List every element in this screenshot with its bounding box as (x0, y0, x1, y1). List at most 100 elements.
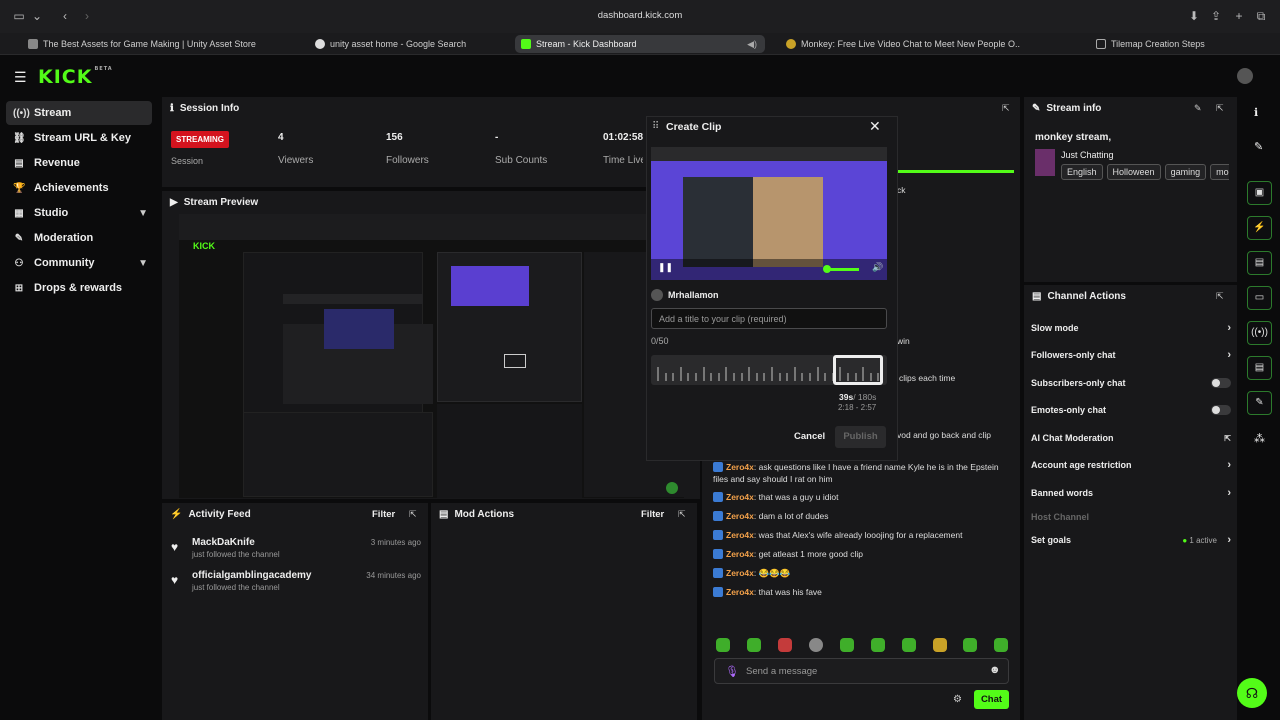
emote-button[interactable] (933, 638, 947, 652)
emote-button[interactable] (747, 638, 761, 652)
followers-only-action[interactable]: Followers-only chat › (1031, 347, 1231, 363)
sidebar-toggle-icon[interactable]: ▭ (12, 9, 26, 23)
sidebar-item-revenue[interactable]: ▤ Revenue (6, 151, 152, 175)
banned-words-action[interactable]: Banned words › (1031, 485, 1231, 501)
chat-input[interactable]: 🎙 Send a message ☻ (714, 658, 1009, 684)
clip-range-handle[interactable] (833, 355, 883, 385)
help-icon[interactable]: ☊ (1237, 678, 1267, 708)
info-icon[interactable]: ℹ (1254, 106, 1258, 119)
clip-video[interactable]: ❚❚ 🔊 (651, 147, 887, 280)
sidebar-item-moderation[interactable]: ✎ Moderation (6, 226, 152, 250)
apps-icon[interactable]: ⁂ (1254, 432, 1265, 445)
pause-icon[interactable]: ❚❚ (658, 262, 673, 273)
layout-toggle-mod[interactable]: ▤ (1247, 356, 1272, 380)
tag-more[interactable]: mo (1210, 164, 1229, 180)
sidebar-item-stream-url[interactable]: ⛓ Stream URL & Key (6, 126, 152, 150)
follower-name[interactable]: MackDaKnife (192, 537, 255, 548)
chat-username[interactable]: Zero4x (726, 492, 754, 502)
microphone-icon[interactable]: 🎙 (725, 665, 739, 678)
emote-button[interactable] (871, 638, 885, 652)
emote-button[interactable] (902, 638, 916, 652)
sidebar-item-achievements[interactable]: 🏆 Achievements (6, 176, 152, 200)
avatar[interactable] (1237, 68, 1253, 84)
ai-moderation-action[interactable]: AI Chat Moderation ⇱ (1031, 430, 1231, 446)
emoji-icon[interactable]: ☻ (989, 664, 1001, 676)
layout-toggle-activity[interactable]: ⚡ (1247, 216, 1272, 240)
emote-button[interactable] (809, 638, 823, 652)
activity-filter-button[interactable]: Filter (372, 509, 395, 520)
volume-slider[interactable] (827, 268, 859, 271)
popout-icon[interactable]: ⇱ (1216, 103, 1224, 114)
clip-title-input[interactable]: Add a title to your clip (required) (651, 308, 887, 329)
emotes-only-toggle[interactable] (1211, 405, 1231, 415)
sidebar-item-community[interactable]: ⚇ Community ▼ (6, 251, 152, 275)
chat-username[interactable]: Zero4x (726, 511, 754, 521)
volume-icon[interactable]: 🔊 (872, 262, 883, 273)
close-icon[interactable]: ✕ (869, 118, 881, 135)
cancel-button[interactable]: Cancel (794, 431, 825, 442)
tag-gaming[interactable]: gaming (1164, 164, 1207, 180)
volume-handle[interactable] (823, 265, 831, 273)
layout-toggle-stream-preview[interactable]: ▣ (1247, 181, 1272, 205)
download-icon[interactable]: ⬇ (1187, 9, 1201, 23)
stream-preview-video[interactable]: KICK (179, 214, 684, 498)
account-age-action[interactable]: Account age restriction › (1031, 457, 1231, 473)
popout-icon[interactable]: ⇱ (409, 509, 417, 520)
tag-english[interactable]: English (1061, 164, 1103, 180)
address-bar[interactable]: dashboard.kick.com (380, 7, 900, 25)
kick-header (0, 55, 1280, 95)
layout-toggle-broadcast[interactable]: ((•)) (1247, 321, 1272, 345)
chat-username[interactable]: Zero4x (726, 530, 754, 540)
tab-tilemap[interactable]: Tilemap Creation Steps (1090, 35, 1270, 53)
layout-toggle-chat[interactable]: ▭ (1247, 286, 1272, 310)
tab-monkey[interactable]: Monkey: Free Live Video Chat to Meet New… (780, 35, 1020, 53)
forward-icon[interactable]: › (80, 9, 94, 23)
sidebar-item-stream[interactable]: ((•)) Stream (6, 101, 152, 125)
drag-handle-icon[interactable]: ⠿ (652, 121, 659, 132)
subscribers-only-toggle[interactable] (1211, 378, 1231, 388)
set-goals-action[interactable]: Set goals ● 1 active › (1031, 532, 1231, 548)
heart-icon: ♥ (171, 540, 179, 554)
slow-mode-action[interactable]: Slow mode › (1031, 320, 1231, 336)
sidebar-item-drops[interactable]: ⊞ Drops & rewards (6, 276, 152, 300)
clip-duration-value: 39s (839, 392, 854, 402)
share-icon[interactable]: ⇪ (1209, 9, 1223, 23)
settings-icon[interactable]: ⚙ (953, 694, 962, 705)
emote-button[interactable] (716, 638, 730, 652)
speaker-icon[interactable]: ◀) (747, 39, 757, 50)
chat-username[interactable]: Zero4x (726, 462, 754, 472)
revenue-icon: ▤ (14, 157, 24, 169)
follower-name[interactable]: officialgamblingacademy (192, 570, 311, 581)
new-tab-icon[interactable]: + (1232, 9, 1246, 23)
emote-button[interactable] (963, 638, 977, 652)
layout-toggle-tools[interactable]: ✎ (1247, 391, 1272, 415)
mod-filter-button[interactable]: Filter (641, 509, 664, 520)
emote-button[interactable] (994, 638, 1008, 652)
sidebar-item-studio[interactable]: ▦ Studio ▼ (6, 201, 152, 225)
back-icon[interactable]: ‹ (58, 9, 72, 23)
emote-button[interactable] (840, 638, 854, 652)
chevron-down-icon[interactable]: ⌄ (30, 9, 44, 23)
stat-value: 4 (278, 132, 284, 143)
clip-timeline[interactable] (651, 355, 887, 385)
popout-icon[interactable]: ⇱ (1002, 103, 1010, 114)
tab-google-search[interactable]: unity asset home - Google Search (309, 35, 489, 53)
chat-username[interactable]: Zero4x (726, 568, 754, 578)
popout-icon[interactable]: ⇱ (678, 509, 686, 520)
webcam-person-b (753, 177, 823, 267)
tab-unity-asset-store[interactable]: The Best Assets for Game Making | Unity … (22, 35, 258, 53)
emote-button[interactable] (778, 638, 792, 652)
pencil-icon[interactable]: ✎ (1194, 103, 1202, 114)
send-chat-button[interactable]: Chat (974, 690, 1009, 709)
tab-overview-icon[interactable]: ⧉ (1254, 9, 1268, 23)
chat-username[interactable]: Zero4x (726, 587, 754, 597)
menu-icon[interactable]: ☰ (14, 69, 27, 86)
pencil-icon[interactable]: ✎ (1254, 140, 1263, 153)
publish-button[interactable]: Publish (835, 426, 886, 448)
tab-kick-dashboard[interactable]: Stream - Kick Dashboard ◀) (515, 35, 765, 53)
layout-toggle-notes[interactable]: ▤ (1247, 251, 1272, 275)
kick-logo[interactable]: KICK BETA (38, 66, 113, 88)
popout-icon[interactable]: ⇱ (1216, 291, 1224, 302)
tag-holloween[interactable]: Holloween (1106, 164, 1161, 180)
chat-username[interactable]: Zero4x (726, 549, 754, 559)
